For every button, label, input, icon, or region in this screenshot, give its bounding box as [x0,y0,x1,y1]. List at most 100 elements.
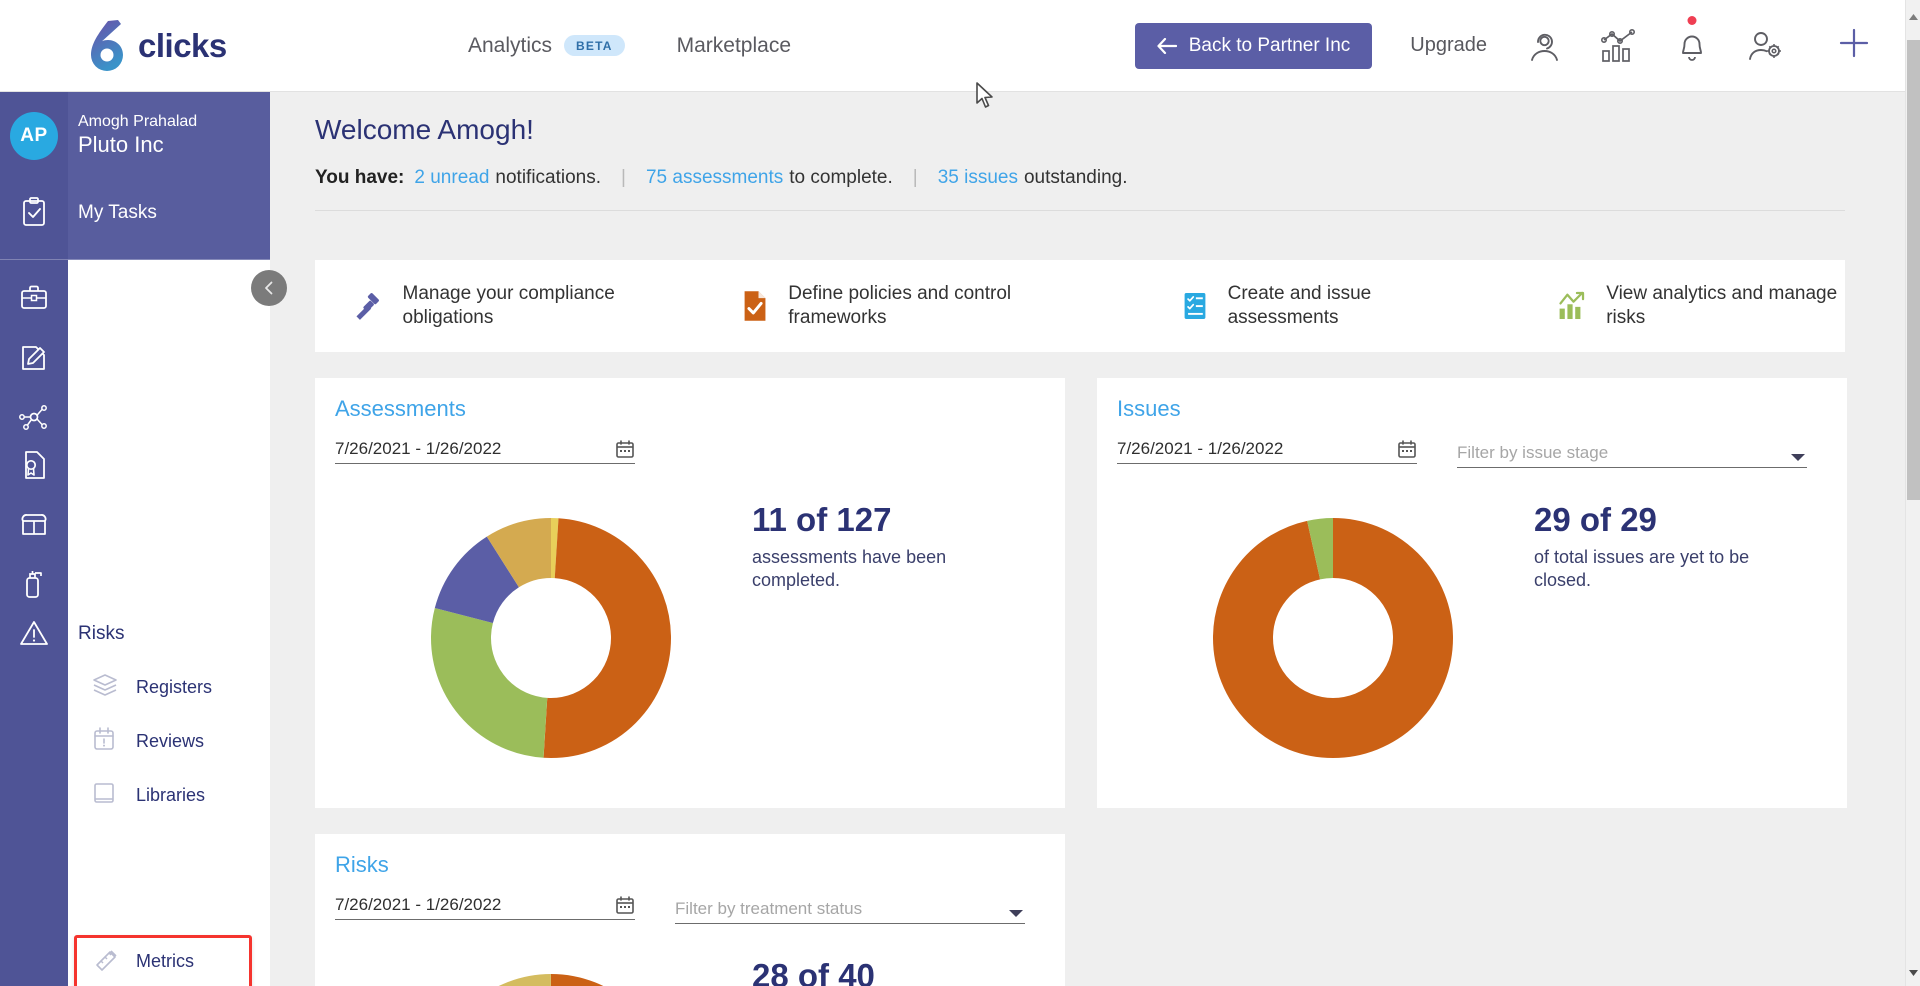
fire-extinguisher-icon[interactable] [0,564,68,604]
status-text-issues: outstanding. [1023,167,1128,188]
sidebar-item-risks[interactable]: Risks [78,623,124,645]
sidebar-item-third-parties[interactable]: Third-Parties [78,407,187,429]
app-header: clicks Analytics BETA Marketplace Back t… [0,0,1905,92]
calendar-icon[interactable] [1397,439,1417,459]
sidebar-collapse-button[interactable] [251,270,287,306]
status-link-assessments[interactable]: 75 assessments [646,167,783,189]
sidebar-subitem-libraries[interactable]: Libraries [136,785,205,806]
scroll-down-arrow[interactable] [1906,964,1920,982]
quick-actions-bar: Manage your compliance obligations Defin… [315,260,1845,352]
status-text-notifications: notifications. [495,167,602,188]
risks-treatment-filter[interactable]: Filter by treatment status [675,890,1025,924]
user-identity[interactable]: Amogh Prahalad Pluto Inc [78,112,197,158]
certificate-document-icon[interactable] [0,445,68,485]
quick-action-analytics-label: View analytics and manage risks [1606,283,1838,328]
assessments-stat-desc: assessments have been completed. [752,547,947,590]
brand-logo[interactable]: clicks [88,18,418,74]
assessments-donut-chart [431,518,671,758]
main-content: Welcome Amogh! You have: 2 unread notifi… [270,92,1905,986]
sidebar-item-trust-portal[interactable]: Trust Portal [78,455,176,477]
page-scrollbar[interactable] [1905,0,1920,986]
triangle-up-icon [1909,14,1918,20]
chevron-down-icon[interactable] [1007,907,1025,919]
pencil-square-icon[interactable] [0,338,68,378]
arrow-left-icon [1157,37,1177,54]
assessments-stat-number: 11 of 127 [752,501,892,538]
risks-card-title: Risks [335,852,389,877]
sidebar-subitem-metrics[interactable]: Metrics [136,951,194,972]
org-name: Pluto Inc [78,132,164,157]
quick-action-analytics[interactable]: View analytics and manage risks [1557,282,1845,330]
scrollbar-thumb[interactable] [1907,40,1920,500]
risks-donut-chart [431,974,671,986]
quick-action-compliance[interactable]: Manage your compliance obligations [353,282,670,330]
document-check-icon [744,291,766,321]
six-clicks-logo-icon [91,19,123,71]
sidebar-item-projects-playbooks[interactable]: Projects & Playbooks [78,288,258,310]
assessments-card: Assessments 7/26/2021 - 1/26/2022 11 of … [315,378,1065,808]
chevron-left-icon [265,281,273,295]
sidebar-item-registers[interactable]: Registers [78,515,158,537]
quick-action-policies[interactable]: Define policies and control frameworks [742,282,1071,330]
bell-icon[interactable] [1677,15,1707,63]
issues-date-range-value: 7/26/2021 - 1/26/2022 [1117,439,1284,458]
calendar-icon[interactable] [615,895,635,915]
status-link-issues[interactable]: 35 issues [938,167,1018,189]
support-headset-icon[interactable] [1527,29,1561,63]
status-prefix: You have: [315,167,405,188]
status-divider [315,210,1845,211]
network-nodes-icon[interactable] [0,397,68,437]
issues-stat-number: 29 of 29 [1534,501,1657,538]
sidebar: AP Amogh Prahalad Pluto Inc My Tasks Pro… [0,92,287,986]
issues-card: Issues 7/26/2021 - 1/26/2022 Filter by i… [1097,378,1847,808]
issues-date-range-field[interactable]: 7/26/2021 - 1/26/2022 [1117,430,1417,464]
page-title: Welcome Amogh! [315,114,534,145]
status-separator-1: | [621,167,626,188]
quick-action-assessments[interactable]: Create and issue assessments [1182,282,1453,330]
nav-marketplace-label: Marketplace [676,33,791,57]
sidebar-divider [0,259,270,260]
nav-marketplace[interactable]: Marketplace [677,34,791,58]
status-separator-2: | [912,167,918,188]
risks-date-range-value: 7/26/2021 - 1/26/2022 [335,895,502,914]
warning-triangle-icon[interactable] [0,613,68,653]
issues-stage-filter-placeholder: Filter by issue stage [1457,443,1609,462]
scroll-up-arrow[interactable] [1906,8,1920,26]
user-settings-icon[interactable] [1747,29,1785,63]
upgrade-link[interactable]: Upgrade [1410,34,1487,57]
calendar-alert-icon[interactable] [92,726,116,757]
archive-box-icon[interactable] [0,505,68,545]
briefcase-icon[interactable] [0,278,68,318]
quick-action-policies-label: Define policies and control frameworks [788,283,1012,328]
chevron-down-icon[interactable] [1789,451,1807,463]
sidebar-subitem-registers[interactable]: Registers [136,677,212,698]
back-to-partner-label: Back to Partner Inc [1188,34,1351,56]
header-actions: Back to Partner Inc Upgrade [1134,15,1871,69]
book-icon[interactable] [92,780,116,811]
nav-analytics[interactable]: Analytics BETA [468,34,625,58]
sidebar-subitem-reviews[interactable]: Reviews [136,731,204,752]
risks-stat: 28 of 40 [752,956,875,986]
risks-card: Risks 7/26/2021 - 1/26/2022 Filter by tr… [315,834,1065,986]
status-link-notifications[interactable]: 2 unread [414,167,489,189]
back-to-partner-button[interactable]: Back to Partner Inc [1134,22,1373,69]
brand-name: clicks [138,26,227,64]
quick-action-assessments-label: Create and issue assessments [1227,283,1372,328]
sidebar-item-audits-assessments[interactable]: Audits & Assessments [78,348,266,370]
risks-date-range-field[interactable]: 7/26/2021 - 1/26/2022 [335,886,635,920]
status-summary: You have: 2 unread notifications. | 75 a… [315,167,1128,189]
gavel-icon [356,293,379,320]
layers-icon[interactable] [92,672,118,703]
clipboard-check-icon[interactable] [0,192,68,232]
avatar[interactable]: AP [10,112,58,160]
analytics-chart-icon[interactable] [1601,28,1637,63]
calendar-icon[interactable] [615,439,635,459]
add-new-button[interactable] [1837,26,1871,65]
assessments-date-range-field[interactable]: 7/26/2021 - 1/26/2022 [335,430,635,464]
ruler-pencil-icon[interactable] [92,947,120,980]
sidebar-item-issues-incidents[interactable]: Issues & Incidents [78,574,232,596]
issues-stat-desc: of total issues are yet to be closed. [1534,547,1750,590]
issues-stage-filter[interactable]: Filter by issue stage [1457,434,1807,468]
sidebar-item-my-tasks[interactable]: My Tasks [78,202,157,224]
risks-treatment-filter-placeholder: Filter by treatment status [675,899,863,918]
